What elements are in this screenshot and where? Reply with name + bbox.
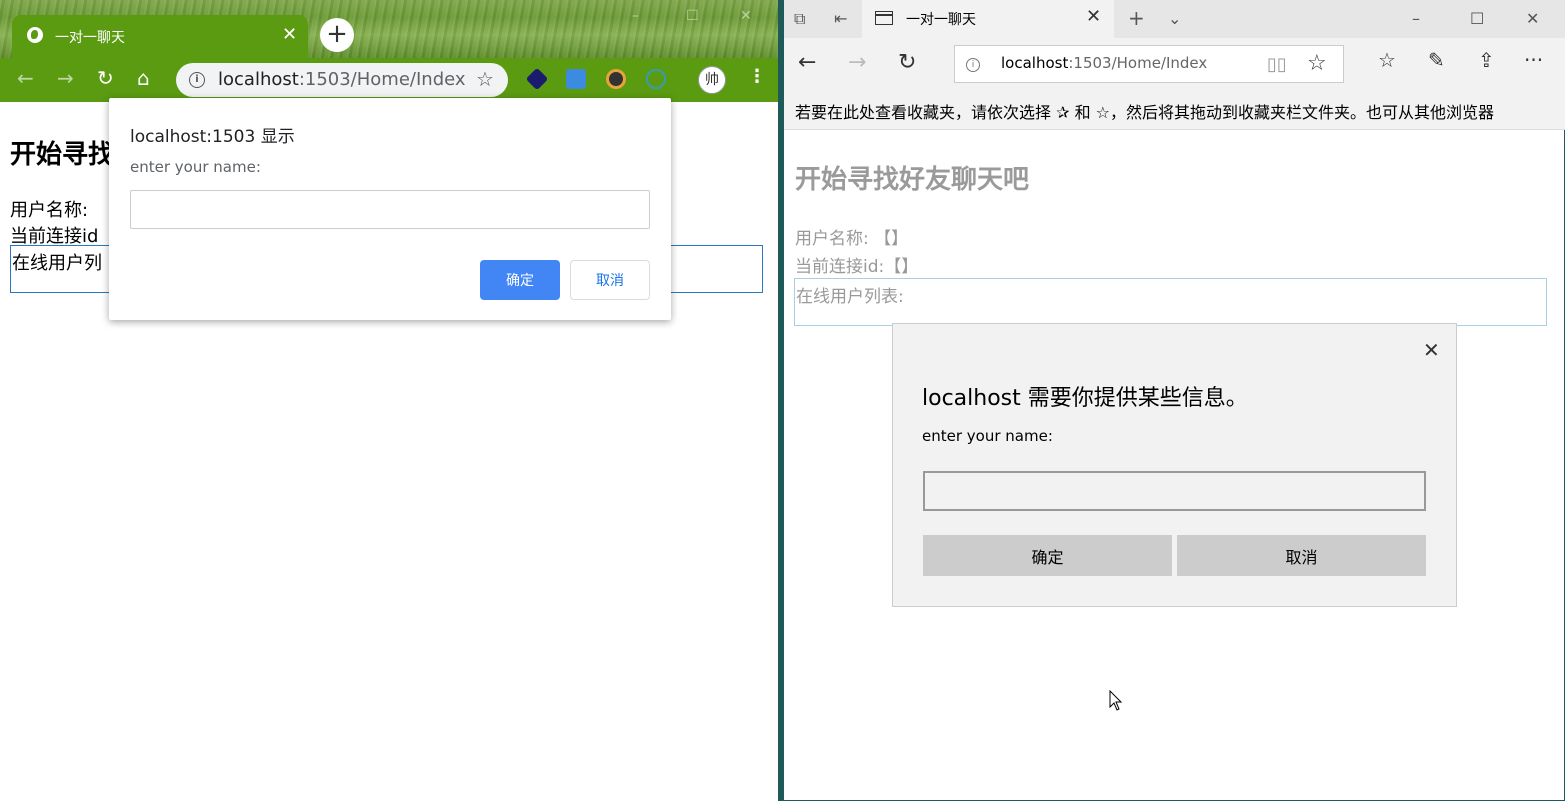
url-host: localhost xyxy=(1001,54,1069,72)
new-tab-icon[interactable]: + xyxy=(1128,6,1145,30)
back-icon[interactable]: ← xyxy=(798,50,816,75)
minimize-icon[interactable]: – xyxy=(632,8,639,24)
refresh-icon[interactable]: ↻ xyxy=(898,50,916,75)
username-line: 用户名称: 【】 xyxy=(795,224,908,249)
new-tab-button[interactable]: + xyxy=(320,18,354,52)
chrome-prompt-dialog: localhost:1503 显示 enter your name: 确定 取消 xyxy=(109,98,671,320)
online-list-label: 在线用户列 xyxy=(12,253,102,274)
dialog-message: enter your name: xyxy=(922,427,1053,445)
more-icon[interactable]: ··· xyxy=(1524,48,1543,72)
set-aside-tabs-icon[interactable]: ⇤ xyxy=(834,9,847,28)
reload-icon[interactable]: ↻ xyxy=(97,66,114,90)
cancel-button[interactable]: 取消 xyxy=(570,260,650,300)
dialog-title: localhost 需要你提供某些信息。 xyxy=(922,386,1248,411)
ok-button[interactable]: 确定 xyxy=(480,260,560,300)
favorites-bar-hint: 若要在此处查看收藏夹，请依次选择 ✰ 和 ☆，然后将其拖动到收藏夹栏文件夹。也可… xyxy=(795,103,1495,122)
forward-icon[interactable]: → xyxy=(848,50,866,75)
reading-view-icon[interactable]: ▯▯ xyxy=(1267,54,1287,75)
connection-id-value: 【】 xyxy=(884,257,919,277)
settings-icon[interactable] xyxy=(646,69,666,89)
notes-pen-icon[interactable]: ✎ xyxy=(1428,48,1445,72)
address-bar[interactable]: i localhost:1503/Home/Index ▯▯ ☆ xyxy=(954,45,1344,83)
favorite-star-icon[interactable]: ☆ xyxy=(1307,51,1327,76)
url-path: :1503/Home/Index xyxy=(298,69,466,90)
url-path: :1503/Home/Index xyxy=(1068,54,1208,72)
ok-button[interactable]: 确定 xyxy=(923,535,1172,576)
tab-title: 一对一聊天 xyxy=(55,30,125,46)
dialog-name-input[interactable] xyxy=(923,471,1426,511)
address-bar[interactable]: i localhost:1503/Home/Index ☆ xyxy=(176,63,508,97)
forward-icon[interactable]: → xyxy=(57,66,74,90)
chrome-toolbar: ← → ↻ ⌂ i localhost:1503/Home/Index ☆ 帅 … xyxy=(0,58,780,102)
chrome-tab-active[interactable]: 一对一聊天 ✕ xyxy=(12,15,308,58)
edit-icon[interactable] xyxy=(566,69,586,89)
page-title: 开始寻找 xyxy=(10,140,115,170)
close-tab-icon[interactable]: ✕ xyxy=(1086,6,1101,27)
connection-id-line: 当前连接id:【】 xyxy=(795,252,918,277)
menu-icon[interactable]: ⋮ xyxy=(748,66,766,87)
close-icon[interactable]: ✕ xyxy=(1423,338,1440,362)
share-icon[interactable]: ⇪ xyxy=(1478,48,1495,72)
camera-icon[interactable] xyxy=(606,69,626,89)
url-text: localhost:1503/Home/Index xyxy=(218,69,466,90)
minimize-icon[interactable]: – xyxy=(1412,9,1420,28)
edge-prompt-dialog: ✕ localhost 需要你提供某些信息。 enter your name: … xyxy=(892,323,1457,607)
back-icon[interactable]: ← xyxy=(17,66,34,90)
page-title: 开始寻找好友聊天吧 xyxy=(795,165,1030,195)
tab-list-chevron-icon[interactable]: ⌄ xyxy=(1168,9,1181,28)
url-host: localhost xyxy=(218,69,299,90)
favorites-bar: 若要在此处查看收藏夹，请依次选择 ✰ 和 ☆，然后将其拖动到收藏夹栏文件夹。也可… xyxy=(784,90,1565,130)
site-info-icon[interactable]: i xyxy=(966,58,980,72)
globe-icon xyxy=(27,27,43,43)
maximize-icon[interactable]: ☐ xyxy=(1470,9,1484,28)
layers-icon[interactable] xyxy=(525,67,549,91)
edge-window: ⧉ ⇤ 一对一聊天 ✕ + ⌄ – ☐ ✕ ← → ↻ i localhost:… xyxy=(784,0,1565,801)
maximize-icon[interactable]: ☐ xyxy=(686,8,699,24)
online-user-list: 在线用户列表: xyxy=(794,278,1547,326)
favorites-hub-icon[interactable]: ☆ xyxy=(1378,48,1396,72)
bookmark-star-icon[interactable]: ☆ xyxy=(476,67,494,91)
edge-titlebar: ⧉ ⇤ 一对一聊天 ✕ + ⌄ – ☐ ✕ xyxy=(784,0,1565,38)
cancel-button[interactable]: 取消 xyxy=(1177,535,1426,576)
online-list-label: 在线用户列表: xyxy=(796,287,904,307)
chrome-window: – ☐ ✕ 一对一聊天 ✕ + ← → ↻ ⌂ i localhost:1503… xyxy=(0,0,780,801)
page-icon xyxy=(875,11,893,25)
prompt-message: enter your name: xyxy=(130,158,261,176)
prompt-name-input[interactable] xyxy=(130,190,650,229)
url-text: localhost:1503/Home/Index xyxy=(1001,54,1207,72)
username-label: 用户名称: xyxy=(10,200,89,221)
chrome-titlebar: – ☐ ✕ 一对一聊天 ✕ + xyxy=(0,0,780,58)
site-info-icon[interactable]: i xyxy=(189,72,205,88)
avatar[interactable]: 帅 xyxy=(698,66,726,94)
username-value: 【】 xyxy=(874,229,909,249)
home-icon[interactable]: ⌂ xyxy=(137,66,150,90)
mouse-cursor-icon xyxy=(1109,690,1123,711)
username-label: 用户名称: xyxy=(795,229,869,249)
edge-tab-active[interactable]: 一对一聊天 ✕ xyxy=(862,0,1114,38)
close-window-icon[interactable]: ✕ xyxy=(740,8,752,24)
tab-title: 一对一聊天 xyxy=(906,12,976,28)
edge-navbar: ← → ↻ i localhost:1503/Home/Index ▯▯ ☆ ☆… xyxy=(784,38,1565,90)
close-window-icon[interactable]: ✕ xyxy=(1526,9,1539,28)
close-tab-icon[interactable]: ✕ xyxy=(282,24,297,45)
connection-id-label: 当前连接id: xyxy=(795,257,885,277)
tab-actions-icon[interactable]: ⧉ xyxy=(794,9,805,29)
prompt-title: localhost:1503 显示 xyxy=(130,127,295,147)
